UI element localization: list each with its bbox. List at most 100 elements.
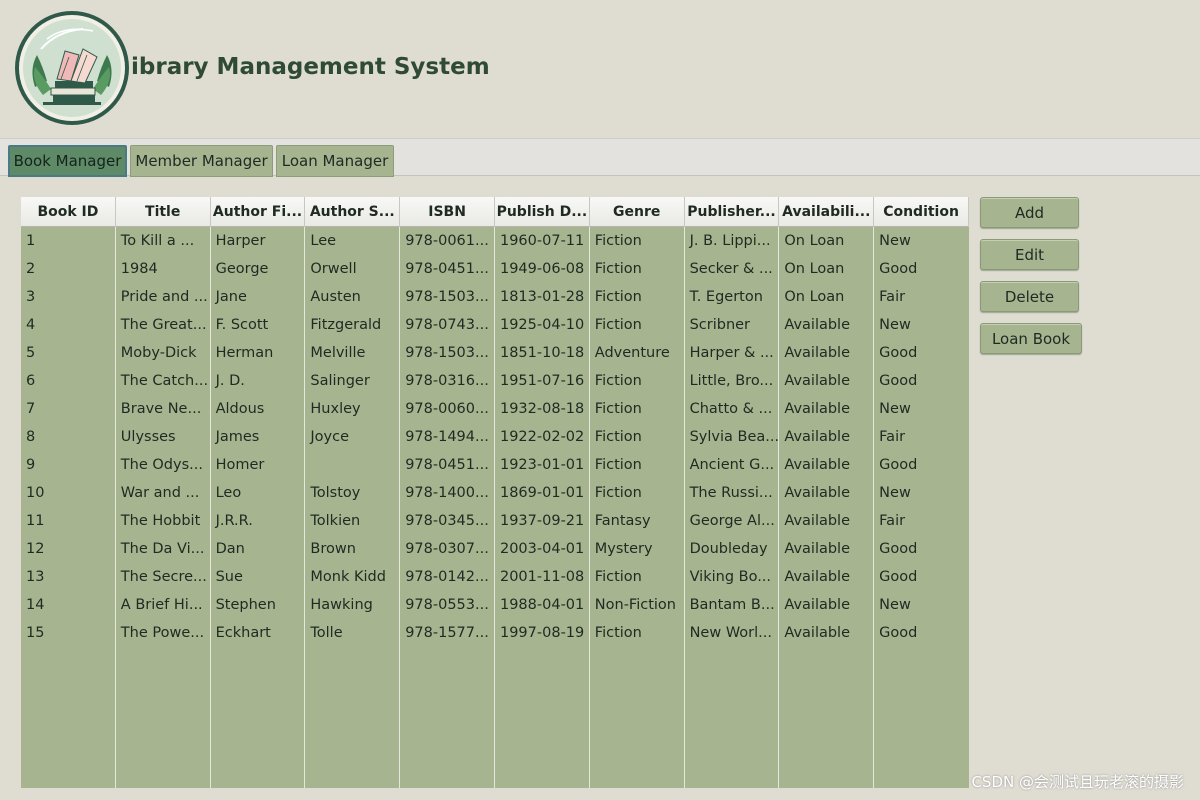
table-cell: 978-0061... [405, 233, 489, 249]
tab-book-manager[interactable]: Book Manager [8, 145, 127, 177]
table-cell: James [215, 429, 260, 445]
books-table[interactable]: Book ID Title Author Fi... Author S... ISBN P… [21, 197, 969, 788]
table-row[interactable]: 8 Ulysses James Joyce 978-1494... 1922-02-02 F… [21, 423, 969, 451]
table-cell: A Brief Hi... [120, 597, 203, 613]
table-cell: Fiction [594, 625, 642, 641]
table-row[interactable]: 15 The Powe... Eckhart Tolle 978-1577... 1997… [21, 619, 969, 647]
table-cell: Available [784, 373, 851, 389]
column-header[interactable]: Condition [874, 197, 969, 227]
table-cell: 1949-06-08 [499, 261, 585, 277]
table-cell: 978-1577... [405, 625, 489, 641]
table-cell: 1869-01-01 [499, 485, 585, 501]
column-header[interactable]: Publish D... [495, 197, 590, 227]
table-cell: Jane [215, 289, 247, 305]
column-header[interactable]: Publisher... [685, 197, 780, 227]
table-cell: Available [784, 485, 851, 501]
table-cell: Available [784, 429, 851, 445]
table-row[interactable]: 3 Pride and ... Jane Austen 978-1503... 1813-… [21, 283, 969, 311]
table-cell: Good [879, 625, 918, 641]
table-cell: Aldous [215, 401, 265, 417]
watermark: CSDN @会测试且玩老滚的摄影 [971, 773, 1184, 791]
table-cell: Brave Ne... [120, 401, 202, 417]
table-cell: 1997-08-19 [499, 625, 585, 641]
table-cell: Available [784, 541, 851, 557]
table-cell: Good [879, 457, 918, 473]
table-cell: Good [879, 345, 918, 361]
column-header[interactable]: Title [116, 197, 211, 227]
table-row[interactable]: 6 The Catch... J. D. Salinger 978-0316... 195… [21, 367, 969, 395]
add-button[interactable]: Add [980, 197, 1079, 228]
table-cell: 11 [26, 513, 45, 529]
table-cell: 10 [26, 485, 45, 501]
table-row[interactable]: 12 The Da Vi... Dan Brown 978-0307... 2003-04… [21, 535, 969, 563]
table-cell: T. Egerton [689, 289, 763, 305]
table-row[interactable]: 11 The Hobbit J.R.R. Tolkien 978-0345... 1937… [21, 507, 969, 535]
table-cell: 978-0553... [405, 597, 489, 613]
table-row[interactable]: 14 A Brief Hi... Stephen Hawking 978-0553...… [21, 591, 969, 619]
column-header[interactable]: Availabili... [779, 197, 875, 227]
table-cell: 15 [26, 625, 45, 641]
table-row[interactable]: 9 The Odys... Homer 978-0451... 1923-01-01 Fi… [21, 451, 969, 479]
table-cell: Harper [215, 233, 266, 249]
table-cell: Available [784, 345, 851, 361]
table-row[interactable]: 13 The Secre... Sue Monk Kidd 978-0142... 200… [21, 563, 969, 591]
table-cell: Good [879, 261, 918, 277]
column-header[interactable]: ISBN [400, 197, 495, 227]
table-cell: Tolle [310, 625, 343, 641]
table-cell: 978-1503... [405, 289, 489, 305]
table-cell: 1960-07-11 [499, 233, 585, 249]
table-cell [305, 451, 400, 479]
table-cell: Adventure [594, 345, 670, 361]
table-cell: Bantam B... [689, 597, 775, 613]
app-title: ibrary Management System [131, 54, 490, 80]
table-cell: Fair [879, 513, 906, 529]
table-cell: New Worl... [689, 625, 772, 641]
table-cell: Ulysses [120, 429, 176, 445]
column-header[interactable]: Book ID [21, 197, 116, 227]
delete-button[interactable]: Delete [980, 281, 1079, 312]
table-cell: J. D. [215, 373, 245, 389]
table-cell: 1984 [120, 261, 158, 277]
table-cell: Available [784, 513, 851, 529]
table-row[interactable]: 1 To Kill a ... Harper Lee 978-0061... 1960-0… [21, 227, 969, 255]
table-cell: Fiction [594, 373, 642, 389]
table-cell: Available [784, 317, 851, 333]
table-cell: George Al... [689, 513, 775, 529]
table-row[interactable]: 4 The Great... F. Scott Fitzgerald 978-0743.… [21, 311, 969, 339]
table-cell: Leo [215, 485, 242, 501]
table-row[interactable]: 10 War and ... Leo Tolstoy 978-1400... 1869-0… [21, 479, 969, 507]
table-cell: Harper & ... [689, 345, 774, 361]
table-cell: The Da Vi... [120, 541, 205, 557]
table-cell: Eckhart [215, 625, 271, 641]
loan-book-button[interactable]: Loan Book [980, 323, 1082, 354]
table-row[interactable]: 2 1984 George Orwell 978-0451... 1949-06-08 Fi… [21, 255, 969, 283]
table-cell: Joyce [310, 429, 350, 445]
table-cell: 978-0307... [405, 541, 489, 557]
table-cell: Fiction [594, 569, 642, 585]
table-cell: The Russi... [689, 485, 773, 501]
table-cell: 978-1400... [405, 485, 489, 501]
table-cell: 2 [26, 261, 36, 277]
table-cell: 4 [26, 317, 36, 333]
tab-member-manager[interactable]: Member Manager [130, 145, 273, 177]
column-header[interactable]: Author Fi... [211, 197, 306, 227]
table-cell: Fiction [594, 261, 642, 277]
table-cell: J. B. Lippi... [689, 233, 771, 249]
table-cell: 978-0060... [405, 401, 489, 417]
edit-button[interactable]: Edit [980, 239, 1079, 270]
table-cell: Non-Fiction [594, 597, 676, 613]
table-row[interactable]: 5 Moby-Dick Herman Melville 978-1503... 1851-… [21, 339, 969, 367]
table-cell: Good [879, 541, 918, 557]
table-cell: Mystery [594, 541, 653, 557]
table-cell: 978-0142... [405, 569, 489, 585]
table-cell: Dan [215, 541, 245, 557]
table-cell: 978-1494... [405, 429, 489, 445]
table-row[interactable]: 7 Brave Ne... Aldous Huxley 978-0060... 1932-… [21, 395, 969, 423]
table-cell: 1 [26, 233, 36, 249]
column-header[interactable]: Genre [590, 197, 685, 227]
table-cell: The Great... [120, 317, 207, 333]
table-cell: 978-0316... [405, 373, 489, 389]
column-header[interactable]: Author S... [305, 197, 401, 227]
table-cell: 1951-07-16 [499, 373, 585, 389]
tab-loan-manager[interactable]: Loan Manager [276, 145, 394, 177]
